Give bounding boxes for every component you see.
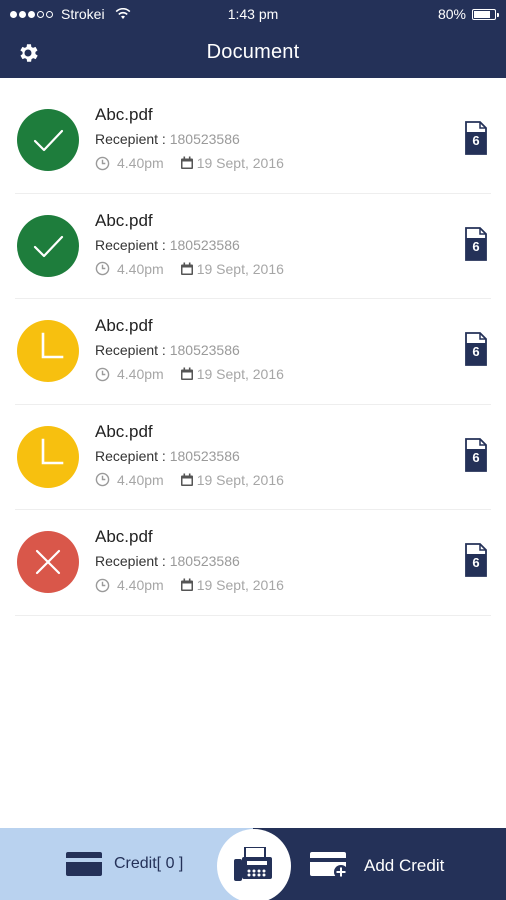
add-credit-button[interactable]: Add Credit	[310, 852, 444, 880]
status-bar: Strokei 1:43 pm 80%	[0, 0, 506, 28]
battery-percent: 80%	[437, 6, 466, 22]
timestamp: 4.40pm 19 Sept, 2016	[95, 472, 284, 488]
app-header: Strokei 1:43 pm 80% Document	[0, 0, 506, 78]
page-count: 6	[472, 555, 480, 570]
document-pages-icon[interactable]: 6	[465, 543, 487, 577]
recipient-label: Recepient :	[95, 447, 170, 464]
clock-icon	[95, 261, 110, 276]
pending-status-icon	[17, 320, 79, 382]
time-text: 4.40pm	[117, 260, 164, 277]
page-count: 6	[472, 133, 480, 148]
timestamp: 4.40pm 19 Sept, 2016	[95, 155, 284, 171]
time-text: 4.40pm	[117, 155, 164, 171]
document-list: Abc.pdf Recepient : 180523586 4.40pm 19 …	[0, 88, 506, 616]
list-item[interactable]: Abc.pdf Recepient : 180523586 4.40pm 19 …	[15, 405, 491, 510]
timestamp: 4.40pm 19 Sept, 2016	[95, 577, 284, 593]
clock-icon	[95, 156, 110, 170]
fax-button[interactable]	[217, 829, 291, 900]
failed-status-icon	[17, 531, 79, 593]
recipient: Recepient : 180523586	[95, 131, 240, 147]
document-pages-icon[interactable]: 6	[465, 332, 487, 366]
calendar-icon	[180, 367, 193, 380]
success-status-icon	[17, 109, 79, 171]
success-status-icon	[17, 214, 79, 277]
date-text: 19 Sept, 2016	[196, 366, 284, 382]
recipient-number: 180523586	[169, 447, 240, 464]
timestamp: 4.40pm 19 Sept, 2016	[95, 261, 284, 277]
file-name: Abc.pdf	[95, 105, 153, 124]
date-text: 19 Sept, 2016	[196, 260, 284, 277]
credit-section: Credit[ 0 ]	[0, 828, 253, 900]
time-text: 4.40pm	[117, 471, 164, 488]
battery-icon	[472, 8, 499, 20]
recipient: Recepient : 180523586	[95, 237, 240, 253]
recipient: Recepient : 180523586	[95, 553, 240, 569]
recipient: Recepient : 180523586	[95, 342, 240, 358]
recipient-label: Recepient :	[95, 236, 170, 253]
date-text: 19 Sept, 2016	[196, 155, 284, 171]
page-title: Document	[206, 41, 300, 63]
add-credit-label: Add Credit	[364, 856, 445, 875]
pending-status-icon	[17, 425, 79, 488]
list-item[interactable]: Abc.pdf Recepient : 180523586 4.40pm 19 …	[15, 88, 491, 194]
fax-icon	[234, 847, 272, 881]
timestamp: 4.40pm 19 Sept, 2016	[95, 366, 284, 382]
time-text: 4.40pm	[117, 577, 164, 593]
recipient-number: 180523586	[169, 131, 240, 147]
calendar-icon	[180, 156, 193, 169]
recipient-number: 180523586	[169, 553, 240, 569]
clock-icon	[95, 472, 110, 487]
recipient-number: 180523586	[169, 236, 240, 253]
file-name: Abc.pdf	[95, 527, 153, 546]
page-count: 6	[472, 449, 480, 465]
document-pages-icon[interactable]: 6	[465, 437, 487, 472]
credit-button[interactable]: Credit[ 0 ]	[66, 852, 183, 876]
list-item[interactable]: Abc.pdf Recepient : 180523586 4.40pm 19 …	[15, 299, 491, 405]
recipient-number: 180523586	[169, 342, 240, 358]
list-item[interactable]: Abc.pdf Recepient : 180523586 4.40pm 19 …	[15, 510, 491, 616]
recipient-label: Recepient :	[95, 131, 170, 147]
list-item[interactable]: Abc.pdf Recepient : 180523586 4.40pm 19 …	[15, 194, 491, 299]
clock-icon	[95, 578, 110, 592]
page-count: 6	[472, 238, 480, 254]
document-pages-icon[interactable]: 6	[465, 226, 487, 261]
clock-icon	[95, 367, 110, 381]
file-name: Abc.pdf	[95, 421, 153, 441]
recipient: Recepient : 180523586	[95, 448, 240, 464]
file-name: Abc.pdf	[95, 316, 153, 335]
file-name: Abc.pdf	[95, 210, 153, 230]
credit-label: Credit[ 0 ]	[114, 855, 184, 872]
recipient-label: Recepient :	[95, 553, 170, 569]
add-card-icon	[310, 852, 348, 879]
calendar-icon	[180, 473, 193, 486]
date-text: 19 Sept, 2016	[196, 471, 284, 488]
calendar-icon	[180, 578, 193, 591]
recipient-label: Recepient :	[95, 342, 170, 358]
page-count: 6	[472, 344, 480, 359]
calendar-icon	[180, 262, 193, 275]
date-text: 19 Sept, 2016	[196, 577, 284, 593]
document-pages-icon[interactable]: 6	[465, 121, 487, 155]
clock: 1:43 pm	[227, 6, 279, 22]
time-text: 4.40pm	[117, 366, 164, 382]
credit-card-icon	[66, 852, 102, 876]
